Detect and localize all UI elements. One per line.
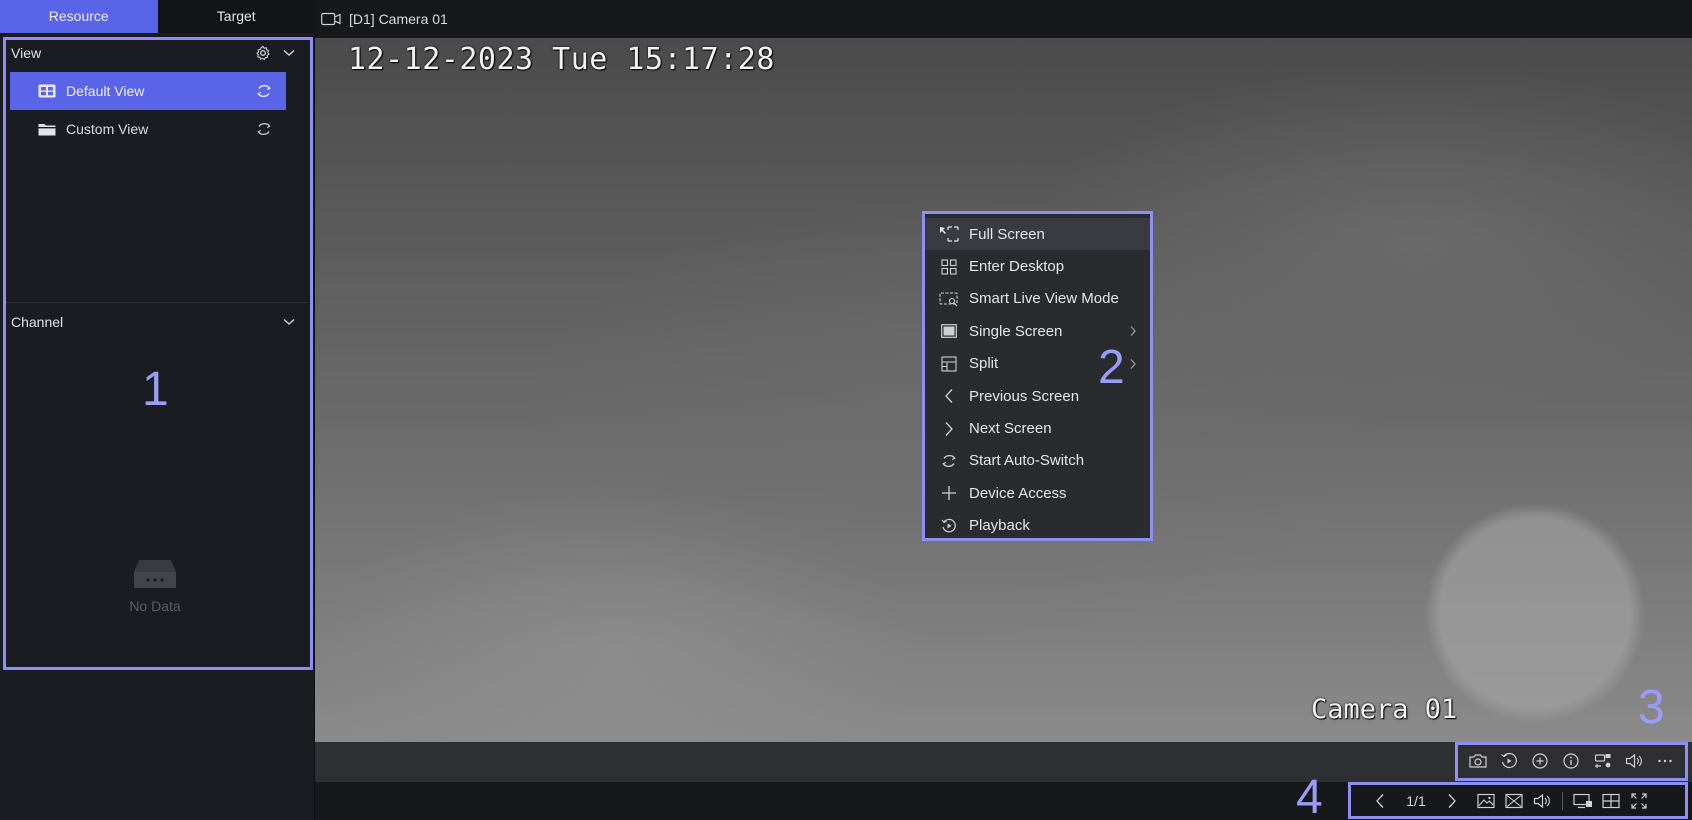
menu-item-label: Previous Screen: [969, 387, 1080, 405]
menu-item-label: Start Auto-Switch: [969, 452, 1085, 470]
full-screen-icon[interactable]: [1625, 787, 1653, 815]
toolbar-separator: [1562, 792, 1563, 810]
loop-icon[interactable]: [254, 81, 274, 101]
menu-item-label: Enter Desktop: [969, 258, 1065, 276]
menu-item-device-access[interactable]: Device Access: [925, 477, 1151, 509]
single-screen-icon: [939, 322, 959, 340]
split-layout-icon[interactable]: [1597, 787, 1625, 815]
chevron-down-icon[interactable]: [279, 43, 299, 63]
menu-item-start-auto-switch[interactable]: Start Auto-Switch: [925, 445, 1151, 477]
monitor-icon[interactable]: [1569, 787, 1597, 815]
image-icon[interactable]: [1472, 787, 1500, 815]
menu-item-next-screen[interactable]: Next Screen: [925, 412, 1151, 444]
screen-control-toolbar: 1/1: [1350, 784, 1688, 818]
info-icon[interactable]: [1557, 747, 1585, 775]
view-item-label: Custom View: [66, 121, 149, 137]
channel-section-title: Channel: [11, 314, 64, 330]
ptz-icon[interactable]: [1589, 747, 1617, 775]
smart-view-icon: [939, 290, 959, 308]
live-view-app: Resource Target View Default View Custom…: [0, 0, 1692, 820]
menu-item-playback[interactable]: Playback: [925, 510, 1151, 542]
menu-item-label: Single Screen: [969, 322, 1063, 340]
camera-icon[interactable]: [1464, 747, 1492, 775]
more-icon[interactable]: [1651, 747, 1679, 775]
next-page-icon[interactable]: [1438, 787, 1466, 815]
menu-item-enter-desktop[interactable]: Enter Desktop: [925, 250, 1151, 282]
left-tabs: Resource Target: [0, 0, 315, 33]
plus-icon: [939, 484, 959, 502]
context-menu: Full Screen Enter Desktop Smart Live Vie…: [925, 214, 1151, 539]
menu-item-full-screen[interactable]: Full Screen: [925, 218, 1151, 251]
zoom-in-icon[interactable]: [1526, 747, 1554, 775]
live-view-toolbar: [1458, 744, 1685, 778]
speaker-icon[interactable]: [1620, 747, 1648, 775]
left-panel: Resource Target View Default View Custom…: [0, 0, 315, 820]
view-item-custom[interactable]: Custom View: [10, 110, 286, 148]
chevron-right-icon: [1129, 358, 1141, 370]
playback-icon: [939, 517, 959, 535]
menu-item-label: Full Screen: [969, 225, 1045, 243]
view-section-header[interactable]: View: [4, 37, 307, 69]
view-item-label: Default View: [66, 83, 145, 99]
channel-section-header[interactable]: Channel: [4, 306, 307, 338]
menu-item-label: Smart Live View Mode: [969, 290, 1119, 308]
menu-item-split[interactable]: Split: [925, 348, 1151, 380]
folder-icon: [38, 122, 56, 136]
loop-icon[interactable]: [254, 119, 274, 139]
tab-target[interactable]: Target: [158, 0, 316, 33]
menu-item-label: Playback: [969, 517, 1030, 535]
chevron-right-icon: [939, 420, 959, 438]
replay-icon[interactable]: [1495, 747, 1523, 775]
menu-item-label: Next Screen: [969, 420, 1052, 438]
tab-resource[interactable]: Resource: [0, 0, 158, 33]
loop-icon: [939, 452, 959, 470]
view-section-title: View: [11, 45, 42, 61]
desktop-grid-icon: [939, 258, 959, 276]
no-data-placeholder: No Data: [110, 558, 200, 614]
image-off-icon[interactable]: [1500, 787, 1528, 815]
view-item-default[interactable]: Default View: [10, 72, 286, 110]
gear-icon[interactable]: [253, 43, 273, 63]
osd-timestamp: 12-12-2023 Tue 15:17:28: [348, 42, 775, 77]
menu-item-label: Split: [969, 355, 999, 373]
menu-item-single-screen[interactable]: Single Screen: [925, 315, 1151, 347]
menu-item-label: Device Access: [969, 484, 1067, 502]
chevron-left-icon: [939, 387, 959, 405]
section-divider: [4, 302, 309, 303]
page-indicator: 1/1: [1406, 793, 1426, 809]
chevron-right-icon: [1129, 325, 1141, 337]
camera-tab-label[interactable]: [D1] Camera 01: [349, 11, 448, 27]
camera-tab-bar: [D1] Camera 01: [315, 0, 1692, 38]
no-data-text: No Data: [129, 598, 181, 614]
camera-icon: [321, 11, 343, 27]
full-screen-icon: [939, 225, 959, 243]
speaker-icon[interactable]: [1528, 787, 1556, 815]
previous-page-icon[interactable]: [1366, 787, 1394, 815]
empty-device-icon: [110, 558, 200, 590]
menu-item-smart-live-view[interactable]: Smart Live View Mode: [925, 283, 1151, 315]
osd-camera-name: Camera 01: [1311, 694, 1458, 725]
menu-item-previous-screen[interactable]: Previous Screen: [925, 380, 1151, 412]
view-layout-icon: [38, 84, 56, 98]
chevron-down-icon[interactable]: [279, 312, 299, 332]
split-icon: [939, 355, 959, 373]
